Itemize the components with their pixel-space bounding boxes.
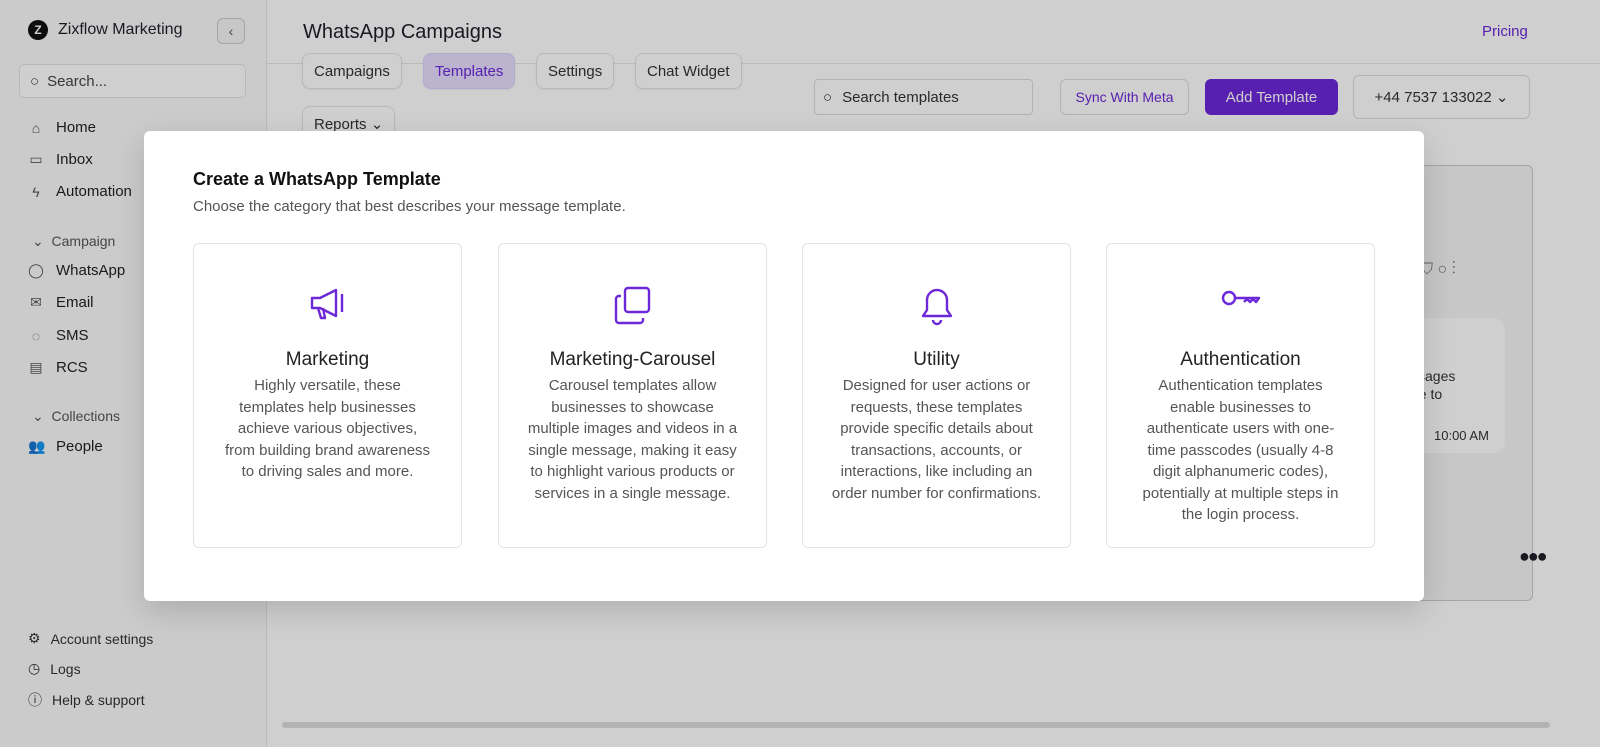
bell-icon [921,288,952,326]
megaphone-icon [310,288,343,320]
card-description: Carousel templates allow businesses to s… [527,377,738,502]
card-description: Designed for user actions or requests, t… [831,377,1042,502]
card-description: Authentication templates enable business… [1142,377,1339,523]
modal-subtitle: Choose the category that best describes … [193,198,626,215]
card-title: Marketing-Carousel [549,349,716,370]
card-title: Authentication [1180,349,1301,370]
modal-title: Create a WhatsApp Template [193,169,441,189]
category-card-marketing-carousel[interactable]: Marketing-Carousel Carousel templates al… [498,243,767,548]
card-title: Utility [913,349,960,370]
category-card-authentication[interactable]: Authentication Authentication templates … [1106,243,1375,548]
key-icon [1221,290,1260,306]
category-card-utility[interactable]: Utility Designed for user actions or req… [802,243,1071,548]
card-title: Marketing [285,349,370,370]
create-template-modal: Create a WhatsApp Template Choose the ca… [144,131,1424,601]
category-card-marketing[interactable]: Marketing Highly versatile, these templa… [193,243,462,548]
card-description: Highly versatile, these templates help b… [224,377,431,480]
copy-stack-icon [614,286,650,325]
